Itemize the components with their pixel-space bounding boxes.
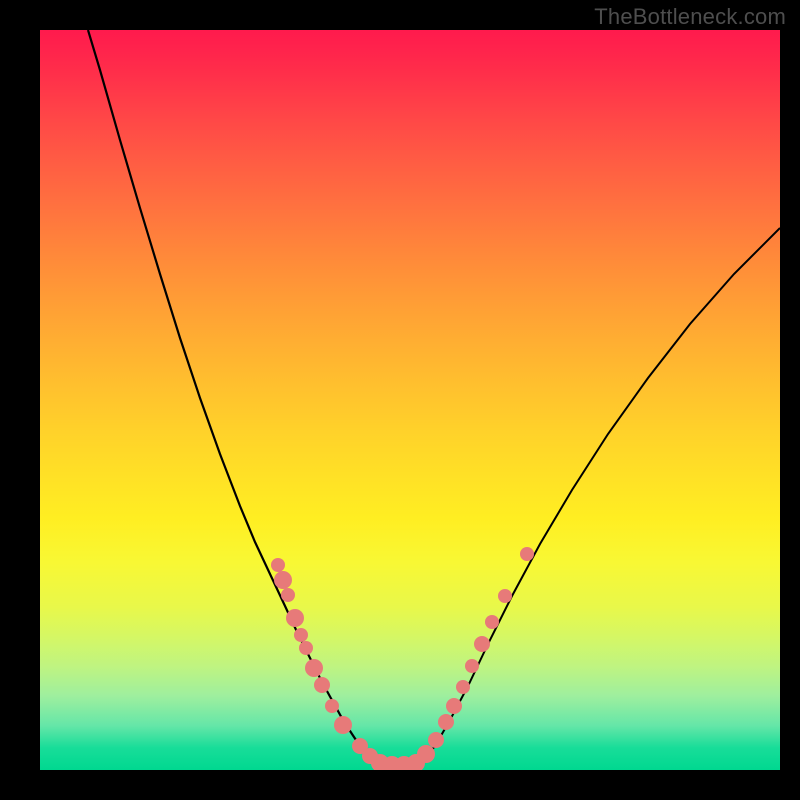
marker-dot [299,641,313,655]
marker-dot [334,716,352,734]
marker-dot [271,558,285,572]
marker-dot [456,680,470,694]
marker-dot [438,714,454,730]
marker-dot [274,571,292,589]
marker-dot [305,659,323,677]
marker-dot [474,636,490,652]
marker-dot [446,698,462,714]
marker-dot [485,615,499,629]
curve-left-branch [88,30,375,764]
chart-frame: TheBottleneck.com [0,0,800,800]
marker-dot [281,588,295,602]
watermark-label: TheBottleneck.com [594,4,786,30]
marker-dot [465,659,479,673]
plot-area [40,30,780,770]
curve-right-branch [422,228,780,762]
marker-dot [325,699,339,713]
marker-dot [498,589,512,603]
curve-svg [40,30,780,770]
marker-dot [520,547,534,561]
marker-dot [417,745,435,763]
marker-dot [286,609,304,627]
marker-dot [314,677,330,693]
marker-dot [294,628,308,642]
marker-dot [428,732,444,748]
